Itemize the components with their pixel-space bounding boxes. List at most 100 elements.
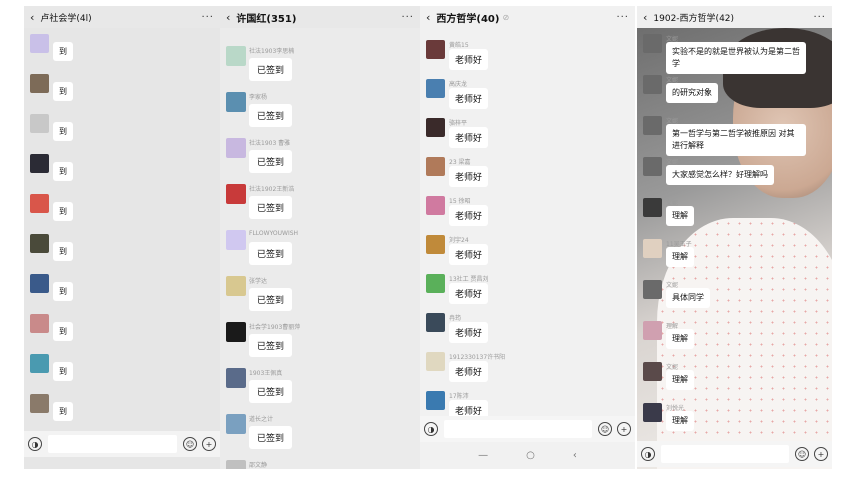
- message-bubble[interactable]: 已签到: [249, 196, 293, 219]
- nav-home-button[interactable]: ○: [526, 450, 535, 461]
- message-bubble[interactable]: 老师好: [449, 166, 489, 187]
- message-bubble[interactable]: 理解: [666, 411, 694, 431]
- message-bubble[interactable]: 到: [53, 402, 73, 421]
- message-bubble[interactable]: 到: [53, 282, 73, 301]
- avatar[interactable]: [226, 46, 246, 66]
- avatar[interactable]: [426, 157, 445, 176]
- avatar[interactable]: [226, 184, 246, 204]
- message-input[interactable]: [661, 445, 789, 463]
- message-bubble[interactable]: 老师好: [449, 244, 489, 265]
- message-bubble[interactable]: 大家感觉怎么样？好理解吗: [666, 165, 774, 185]
- avatar[interactable]: [226, 414, 246, 434]
- avatar[interactable]: [426, 391, 445, 410]
- avatar[interactable]: [426, 352, 445, 371]
- chevron-left-icon[interactable]: ‹: [226, 11, 230, 24]
- avatar[interactable]: [30, 74, 49, 93]
- avatar[interactable]: [30, 114, 49, 133]
- message-bubble[interactable]: 老师好: [449, 88, 489, 109]
- message-bubble[interactable]: 已签到: [249, 58, 293, 81]
- avatar[interactable]: [226, 460, 246, 469]
- message-bubble[interactable]: 已签到: [249, 242, 293, 265]
- avatar[interactable]: [643, 280, 662, 299]
- message-input[interactable]: [444, 420, 592, 438]
- avatar[interactable]: [643, 34, 662, 53]
- message-bubble[interactable]: 已签到: [249, 380, 293, 403]
- avatar[interactable]: [426, 40, 445, 59]
- avatar[interactable]: [426, 118, 445, 137]
- avatar[interactable]: [643, 362, 662, 381]
- voice-icon[interactable]: ◑: [641, 447, 655, 461]
- avatar[interactable]: [643, 157, 662, 176]
- more-icon[interactable]: ···: [813, 12, 826, 23]
- more-icon[interactable]: ···: [616, 12, 629, 23]
- avatar[interactable]: [226, 368, 246, 388]
- avatar[interactable]: [30, 154, 49, 173]
- nav-menu-button[interactable]: —: [478, 450, 488, 461]
- avatar[interactable]: [643, 239, 662, 258]
- chevron-left-icon[interactable]: ‹: [30, 11, 34, 24]
- avatar[interactable]: [643, 403, 662, 422]
- avatar[interactable]: [30, 234, 49, 253]
- avatar[interactable]: [226, 138, 246, 158]
- message-input[interactable]: [48, 435, 177, 453]
- avatar[interactable]: [426, 235, 445, 254]
- avatar[interactable]: [30, 354, 49, 373]
- avatar[interactable]: [30, 394, 49, 413]
- message-bubble[interactable]: 到: [53, 42, 73, 61]
- plus-icon[interactable]: +: [202, 437, 216, 451]
- more-icon[interactable]: ···: [201, 12, 214, 23]
- avatar[interactable]: [30, 34, 49, 53]
- message-bubble[interactable]: 理解: [666, 247, 694, 267]
- message-bubble[interactable]: 第一哲学与第二哲学被推原因 对其进行解释: [666, 124, 806, 156]
- avatar[interactable]: [643, 198, 662, 217]
- voice-icon[interactable]: ◑: [28, 437, 42, 451]
- message-bubble[interactable]: 到: [53, 82, 73, 101]
- message-bubble[interactable]: 老师好: [449, 205, 489, 226]
- message-bubble[interactable]: 到: [53, 122, 73, 141]
- message-bubble[interactable]: 老师好: [449, 322, 489, 343]
- avatar[interactable]: [643, 321, 662, 340]
- message-bubble[interactable]: 老师好: [449, 283, 489, 304]
- message-bubble[interactable]: 的研究对象: [666, 83, 718, 103]
- message-bubble[interactable]: 理解: [666, 370, 694, 390]
- avatar[interactable]: [426, 313, 445, 332]
- avatar[interactable]: [226, 230, 246, 250]
- message-bubble[interactable]: 已签到: [249, 426, 293, 449]
- avatar[interactable]: [426, 79, 445, 98]
- message-bubble[interactable]: 到: [53, 162, 73, 181]
- message-bubble[interactable]: 理解: [666, 206, 694, 226]
- message-bubble[interactable]: 老师好: [449, 127, 489, 148]
- message-bubble[interactable]: 具体同学: [666, 288, 710, 308]
- message-bubble[interactable]: 到: [53, 202, 73, 221]
- voice-icon[interactable]: ◑: [424, 422, 438, 436]
- avatar[interactable]: [30, 314, 49, 333]
- message-bubble[interactable]: 已签到: [249, 150, 293, 173]
- avatar[interactable]: [226, 92, 246, 112]
- plus-icon[interactable]: +: [814, 447, 828, 461]
- nav-back-button[interactable]: ‹: [573, 450, 577, 461]
- message-bubble[interactable]: 到: [53, 242, 73, 261]
- message-bubble[interactable]: 已签到: [249, 288, 293, 311]
- avatar[interactable]: [426, 274, 445, 293]
- more-icon[interactable]: ···: [401, 12, 414, 23]
- message-bubble[interactable]: 已签到: [249, 334, 293, 357]
- emoji-icon[interactable]: ☺: [183, 437, 197, 451]
- message-bubble[interactable]: 老师好: [449, 361, 489, 382]
- chevron-left-icon[interactable]: ‹: [426, 11, 430, 24]
- message-bubble[interactable]: 已签到: [249, 104, 293, 127]
- avatar[interactable]: [426, 196, 445, 215]
- avatar[interactable]: [30, 274, 49, 293]
- message-bubble[interactable]: 理解: [666, 329, 694, 349]
- avatar[interactable]: [226, 276, 246, 296]
- chevron-left-icon[interactable]: ‹: [643, 11, 647, 24]
- message-bubble[interactable]: 到: [53, 322, 73, 341]
- avatar[interactable]: [643, 75, 662, 94]
- message-bubble[interactable]: 实验不是的就是世界被认为是第二哲学: [666, 42, 806, 74]
- plus-icon[interactable]: +: [617, 422, 631, 436]
- avatar[interactable]: [30, 194, 49, 213]
- avatar[interactable]: [226, 322, 246, 342]
- emoji-icon[interactable]: ☺: [795, 447, 809, 461]
- emoji-icon[interactable]: ☺: [598, 422, 612, 436]
- message-bubble[interactable]: 到: [53, 362, 73, 381]
- message-bubble[interactable]: 老师好: [449, 49, 489, 70]
